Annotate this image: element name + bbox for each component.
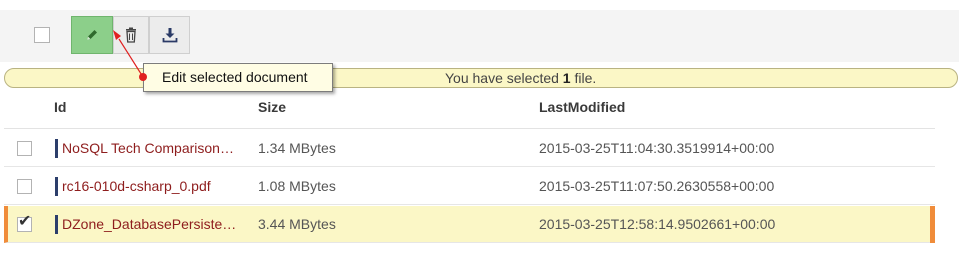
- tooltip: Edit selected document: [143, 63, 333, 92]
- row-id-link[interactable]: DZone_DatabasePersiste…: [62, 216, 240, 233]
- column-header-lastmodified[interactable]: LastModified: [539, 99, 625, 115]
- edit-button[interactable]: [71, 16, 113, 54]
- row-last-modified: 2015-03-25T11:07:50.2630558+00:00: [539, 178, 775, 194]
- row-size: 3.44 MBytes: [258, 216, 336, 232]
- row-checkbox[interactable]: [17, 179, 32, 194]
- table-row[interactable]: NoSQL Tech Comparison… 1.34 MBytes 2015-…: [4, 130, 935, 167]
- trash-icon: [126, 27, 136, 43]
- column-header-id[interactable]: Id: [54, 99, 66, 115]
- table-row[interactable]: rc16-010d-csharp_0.pdf 1.08 MBytes 2015-…: [4, 168, 935, 205]
- row-id-link[interactable]: NoSQL Tech Comparison…: [62, 140, 240, 157]
- selection-suffix: file.: [570, 70, 597, 86]
- selected-row-accent: [930, 206, 935, 243]
- row-size: 1.34 MBytes: [258, 140, 336, 156]
- row-marker: [55, 139, 58, 158]
- selection-count: 1: [562, 70, 571, 86]
- pencil-icon: [87, 30, 97, 40]
- column-header-size[interactable]: Size: [258, 99, 286, 115]
- row-marker: [55, 215, 58, 234]
- row-checkbox-checked[interactable]: ✔: [17, 213, 32, 232]
- row-size: 1.08 MBytes: [258, 178, 336, 194]
- download-button[interactable]: [149, 16, 190, 54]
- download-icon: [162, 28, 177, 43]
- select-all-checkbox[interactable]: [34, 27, 50, 43]
- delete-button[interactable]: [113, 16, 149, 54]
- row-marker: [55, 177, 58, 196]
- selection-status: You have selected 1 file.: [445, 69, 596, 87]
- row-last-modified: 2015-03-25T12:58:14.9502661+00:00: [539, 216, 776, 232]
- selection-prefix: You have selected: [445, 70, 563, 86]
- row-checkbox[interactable]: [17, 141, 32, 156]
- row-last-modified: 2015-03-25T11:04:30.3519914+00:00: [539, 140, 775, 156]
- table-row-selected[interactable]: ✔ DZone_DatabasePersiste… 3.44 MBytes 20…: [4, 206, 935, 243]
- row-id-link[interactable]: rc16-010d-csharp_0.pdf: [62, 178, 240, 195]
- checkmark-icon: ✔: [18, 213, 32, 230]
- header-divider: [4, 128, 935, 129]
- toolbar: [0, 10, 959, 62]
